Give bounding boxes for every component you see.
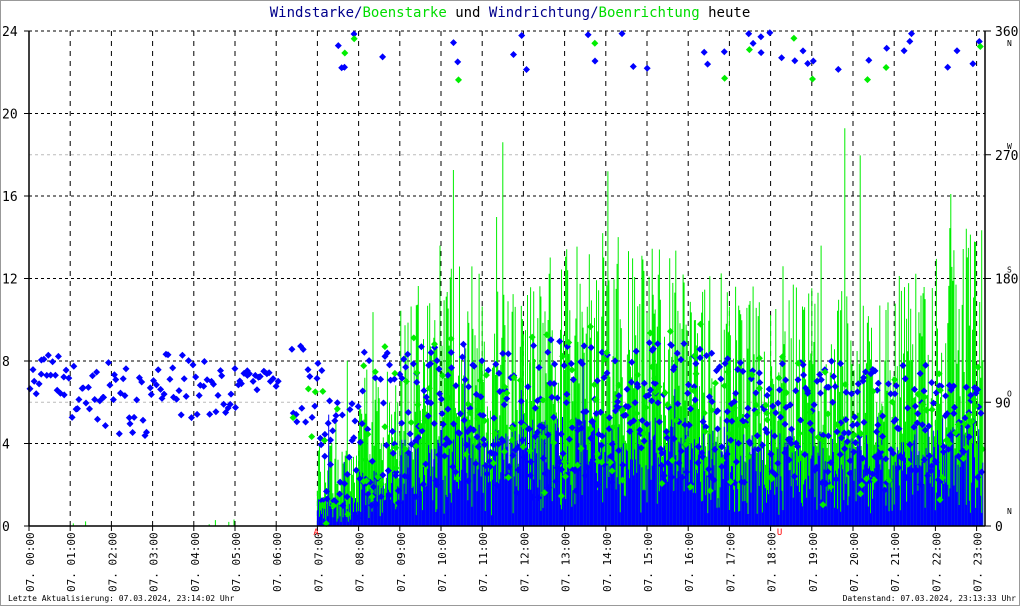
right-tick-label: 90 [995, 396, 1011, 411]
y-tick-label: 24 [2, 25, 18, 40]
y-tick-label: 16 [2, 190, 18, 205]
x-tick-label: 07. 08:00 [354, 532, 367, 592]
x-tick-label: 07. 03:00 [148, 532, 161, 592]
y-tick-label: 0 [2, 520, 10, 535]
y-tick-label: 12 [2, 273, 18, 288]
x-tick-label: 07. 22:00 [930, 532, 943, 592]
x-tick-label: 07. 18:00 [766, 532, 779, 592]
compass-label: N [1007, 39, 1012, 48]
y-tick-label: 4 [2, 438, 10, 453]
x-tick-label: 07. 16:00 [683, 532, 696, 592]
last-update: Letzte Aktualisierung: 07.03.2024, 23:14… [8, 594, 235, 603]
x-tick-label: 07. 19:00 [807, 532, 820, 592]
x-tick-label: 07. 17:00 [724, 532, 737, 592]
sun-marker-U: U [777, 528, 782, 538]
x-tick-label: 07. 13:00 [560, 532, 573, 592]
right-tick-label: 360 [995, 25, 1018, 40]
right-tick-label: 270 [995, 149, 1018, 164]
x-tick-label: 07. 20:00 [848, 532, 861, 592]
y-tick-label: 8 [2, 355, 10, 370]
compass-label: N [1007, 507, 1012, 516]
x-tick-label: 07. 01:00 [65, 532, 78, 592]
compass-label: W [1007, 142, 1012, 151]
x-tick-label: 07. 12:00 [518, 532, 531, 592]
x-tick-label: 07. 06:00 [271, 532, 284, 592]
x-tick-label: 07. 14:00 [601, 532, 614, 592]
y-tick-label: 20 [2, 108, 18, 123]
data-timestamp: Datenstand: 07.03.2024, 23:13:33 Uhr [842, 594, 1016, 603]
right-tick-label: 0 [995, 520, 1003, 535]
compass-label: S [1007, 266, 1012, 275]
x-tick-label: 07. 11:00 [477, 532, 490, 592]
x-tick-label: 07. 07:00 [312, 532, 325, 592]
x-tick-label: 07. 00:00 [24, 532, 37, 592]
x-tick-label: 07. 02:00 [106, 532, 119, 592]
compass-label: O [1007, 389, 1012, 398]
wind-chart: 0 4 8 12 16 20 24 07. 00:00 07. 01:00 07. 02:00 07… [2, 25, 1018, 592]
x-tick-label: 07. 23:00 [972, 532, 985, 592]
right-tick-label: 180 [995, 273, 1018, 288]
data-layer [26, 29, 987, 527]
x-tick-label: 07. 04:00 [189, 532, 202, 592]
x-tick-label: 07. 15:00 [642, 532, 655, 592]
sun-marker-A: A [313, 528, 319, 538]
x-tick-label: 07. 10:00 [436, 532, 449, 592]
gust-speed-series [72, 128, 984, 526]
x-tick-label: 07. 05:00 [230, 532, 243, 592]
x-tick-label: 07. 09:00 [395, 532, 408, 592]
x-tick-label: 07. 21:00 [889, 532, 902, 592]
